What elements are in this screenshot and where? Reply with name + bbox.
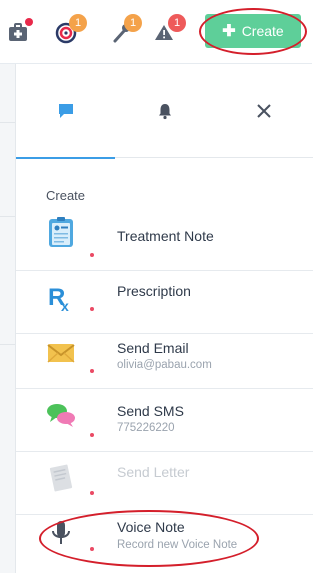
warning-icon[interactable]: 1 (152, 14, 186, 46)
sms-bubbles-icon (46, 397, 76, 431)
tab-chat[interactable] (16, 64, 115, 159)
item-title: Treatment Note (117, 228, 214, 244)
item-title: Send SMS (117, 403, 184, 419)
alerts-badge: 1 (168, 14, 186, 32)
menu-item-prescription[interactable]: R x Prescription (16, 271, 313, 334)
item-title: Prescription (117, 283, 191, 299)
medical-kit-icon[interactable] (5, 18, 33, 46)
annotation-circle-create (199, 8, 307, 55)
annotation-circle-voice-note (39, 510, 259, 567)
letter-icon (46, 460, 76, 494)
bell-icon (158, 104, 171, 120)
treatment-note-icon (46, 216, 76, 250)
tab-close[interactable] (214, 64, 313, 158)
top-bar: 1 1 1 ✚ Create (0, 0, 312, 64)
menu-item-send-sms[interactable]: Send SMS 775226220 (16, 389, 313, 452)
section-label-create: Create (46, 188, 86, 203)
close-icon (256, 104, 271, 118)
menu-item-treatment-note[interactable]: Treatment Note (16, 208, 313, 271)
prescription-icon: R x (46, 279, 76, 314)
wrench-icon[interactable]: 1 (108, 14, 142, 46)
item-title: Send Email (117, 340, 189, 356)
item-subtitle: olivia@pabau.com (117, 359, 212, 371)
create-panel: Create Treatment Note R x Prescription S… (15, 64, 313, 573)
panel-tabs (16, 64, 313, 159)
menu-item-send-letter: Send Letter (16, 452, 313, 515)
chat-bubble-icon (58, 104, 73, 118)
tools-badge: 1 (124, 14, 142, 32)
notification-dot (25, 18, 33, 26)
target-icon[interactable]: 1 (53, 14, 87, 46)
background-page-strip (0, 64, 15, 573)
item-subtitle: 775226220 (117, 422, 175, 434)
svg-text:x: x (61, 298, 69, 313)
tab-notifications[interactable] (115, 64, 214, 158)
envelope-icon (46, 334, 76, 368)
menu-item-send-email[interactable]: Send Email olivia@pabau.com (16, 326, 313, 389)
goals-badge: 1 (69, 14, 87, 32)
item-title: Send Letter (117, 464, 190, 480)
